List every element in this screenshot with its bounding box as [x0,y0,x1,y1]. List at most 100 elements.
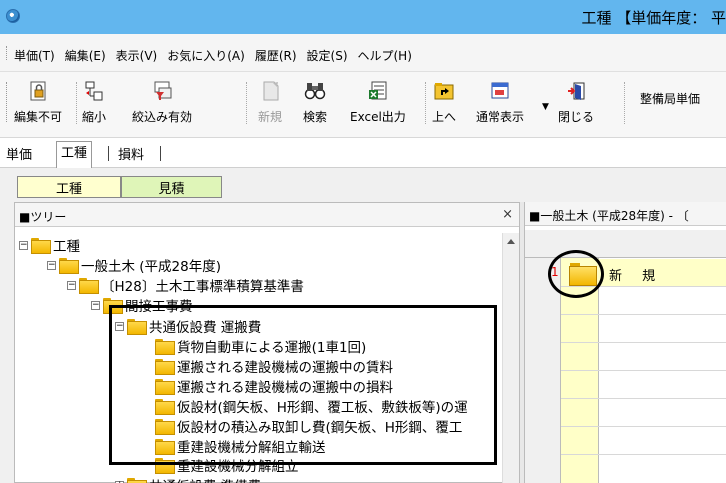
tree-node-label: 仮設材の積込み取卸し費(鋼矢板、H形鋼、覆工 [177,420,463,436]
subtab-work-type[interactable]: 工種 [17,176,121,198]
collapse-toggle-icon[interactable]: − [19,240,28,250]
collapse-icon [83,80,105,102]
collapse-label: 縮小 [82,110,107,124]
grid-line [561,454,726,455]
tree-node[interactable]: 重建設機械分解組立輸送 [155,436,326,456]
tree-pane-title: ■ツリー [19,210,67,224]
scroll-up-icon[interactable] [507,239,515,244]
subtab-estimate[interactable]: 見積 [121,176,222,198]
menu-view[interactable]: 表示(V) [116,47,158,64]
chevron-down-icon[interactable]: ▼ [542,102,549,112]
menu-history[interactable]: 履歴(R) [255,47,297,64]
normal-view-icon [489,80,511,102]
tree-node-label: 仮設材(鋼矢板、H形鋼、覆工板、敷鉄板等)の運 [177,400,468,416]
excel-export-button[interactable]: Excel出力 [350,80,406,125]
main-tabs: 単価 工種 損料 [0,138,726,168]
tree-node[interactable]: − 工種 [19,235,80,255]
row-number: 1 [551,265,559,279]
folder-icon [127,319,147,335]
tree-node[interactable]: 運搬される建設機械の運搬中の損料 [155,376,393,396]
folder-up-button[interactable]: 上へ [432,80,456,125]
menu-settings[interactable]: 設定(S) [307,47,348,64]
tree-node-label: 運搬される建設機械の運搬中の損料 [177,380,393,396]
tab-work-type[interactable]: 工種 [56,141,93,168]
tree-node[interactable]: 貨物自動車による運搬(1車1回) [155,336,366,356]
grid-line [561,426,726,427]
folder-up-icon [433,80,455,102]
tree-node-label: 〔H28〕土木工事標準積算基準書 [101,279,304,295]
tree-node[interactable]: − 間接工事費 [91,295,193,315]
toolbar: 編集不可 縮小 絞込み有効 新規 検索 Excel出力 上へ 通常表示 ▼ 閉じ… [0,72,726,138]
binoculars-icon [304,80,326,102]
tree-node-label: 共通仮設費 運搬費 [149,320,262,336]
collapse-toggle-icon[interactable]: − [67,280,76,290]
tree-node-label: 工種 [53,239,80,255]
collapse-button[interactable]: 縮小 [82,80,106,125]
data-grid: 1 新 規 [525,230,726,483]
tree-node[interactable]: − 一般土木 (平成28年度) [47,255,221,275]
folder-icon [155,458,175,474]
edit-lock-button[interactable]: 編集不可 [14,80,62,125]
dept-unit-price-button[interactable]: 整備局単価 [640,90,700,107]
folder-icon [31,238,51,254]
excel-export-icon [367,80,389,102]
window-title: 工種 【単価年度： 平 [581,9,726,27]
tab-unit-price[interactable]: 単価 [6,144,32,163]
tree-node[interactable]: + 共通仮設費 準備費 [115,475,261,483]
toolbar-separator [624,82,625,124]
new-button[interactable]: 新規 [258,80,282,125]
folder-icon [127,478,147,483]
grid-line [561,286,726,287]
tab-depreciation[interactable]: 損料 [118,144,144,163]
filter-label: 絞込み有効 [132,110,193,124]
row-label[interactable]: 新 規 [609,265,663,284]
title-bar: 工種 【単価年度： 平 [0,0,726,34]
folder-icon[interactable] [569,262,597,286]
grid-row-header [525,258,561,483]
menu-edit[interactable]: 編集(E) [65,47,106,64]
toolbar-grip [6,82,9,122]
close-button[interactable]: 閉じる [558,80,594,125]
toolbar-separator [425,82,426,124]
menu-unit-price[interactable]: 単価(T) [14,47,55,64]
grid-line [561,370,726,371]
toolbar-separator [246,82,247,124]
menu-help[interactable]: ヘルプ(H) [358,47,412,64]
tree-node[interactable]: 重建設機械分解組立 [155,455,299,475]
close-icon[interactable]: × [502,207,513,222]
collapse-toggle-icon[interactable]: − [115,321,124,331]
grid-line [561,314,726,315]
edit-lock-label: 編集不可 [14,110,63,124]
tree-node[interactable]: 仮設材の積込み取卸し費(鋼矢板、H形鋼、覆工 [155,416,462,436]
tree-view: − 工種 − 一般土木 (平成28年度) − 〔H28〕土木工事標準積算基準書 … [15,233,503,483]
tab-divider [108,146,109,161]
collapse-toggle-icon[interactable]: − [91,300,100,310]
filter-button[interactable]: 絞込み有効 [132,80,192,125]
tree-scrollbar[interactable] [502,233,519,483]
grid-pane-header: ■一般土木 (平成28年度) - 〔 [525,202,726,226]
folder-icon [155,419,175,435]
folder-icon [155,359,175,375]
new-label: 新規 [258,110,283,124]
folder-up-label: 上へ [432,110,457,124]
menu-favorites[interactable]: お気に入り(A) [167,47,245,64]
tree-node-label: 運搬される建設機械の運搬中の賃料 [177,360,393,376]
lock-icon [27,80,49,102]
folder-icon [155,339,175,355]
close-door-icon [565,80,587,102]
grid-column-header [525,230,726,258]
tree-node[interactable]: − 共通仮設費 運搬費 [115,316,261,336]
tree-node[interactable]: 仮設材(鋼矢板、H形鋼、覆工板、敷鉄板等)の運 [155,396,468,416]
normal-view-label: 通常表示 [476,110,525,124]
search-button[interactable]: 検索 [303,80,327,125]
tree-node[interactable]: − 〔H28〕土木工事標準積算基準書 [67,275,304,295]
app-globe-icon [6,9,20,23]
collapse-toggle-icon[interactable]: − [47,260,56,270]
grid-pane: ■一般土木 (平成28年度) - 〔 1 新 規 [524,202,726,483]
tree-node[interactable]: 運搬される建設機械の運搬中の賃料 [155,356,393,376]
excel-export-label: Excel出力 [350,110,406,124]
folder-icon [59,258,79,274]
tree-node-label: 重建設機械分解組立 [177,459,299,475]
tree-node-label: 一般土木 (平成28年度) [81,259,222,275]
normal-view-button[interactable]: 通常表示 [476,80,524,125]
